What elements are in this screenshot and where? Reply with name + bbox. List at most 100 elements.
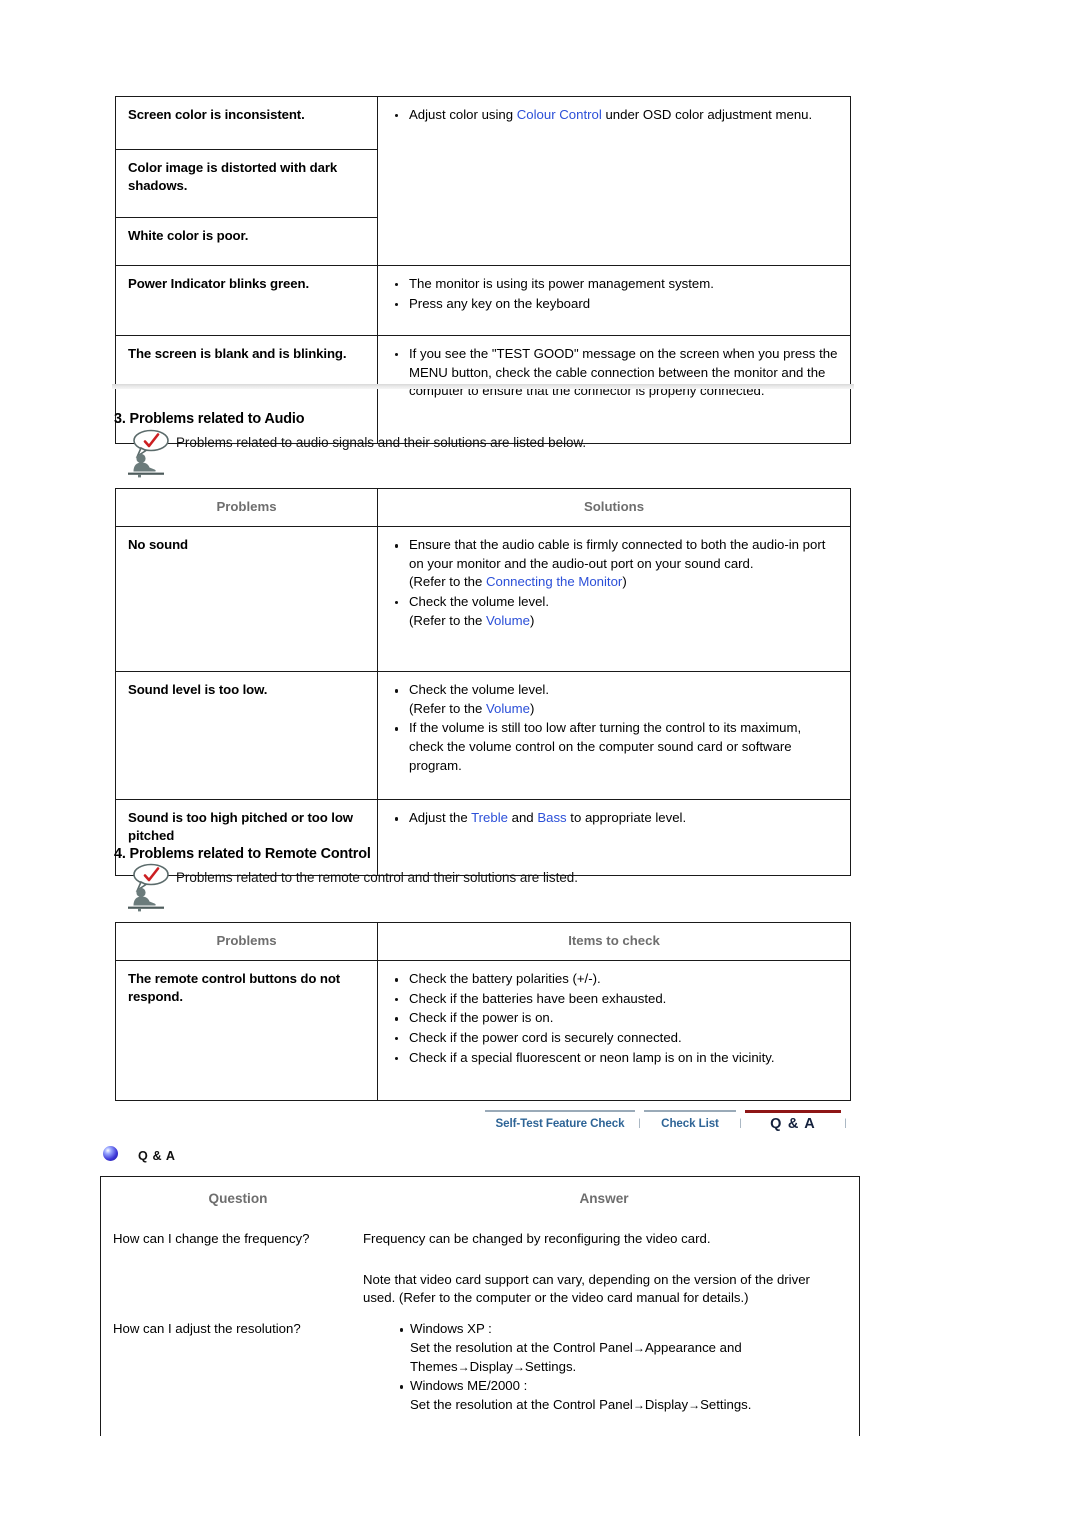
blue-orb-bullet-icon xyxy=(103,1146,118,1161)
tab-rule-active xyxy=(745,1110,841,1114)
column-header-answer: Answer xyxy=(579,1191,629,1206)
refer-pre: (Refer to the xyxy=(409,612,486,628)
document-page: Screen color is inconsistent. Adjust col… xyxy=(0,0,1080,1528)
tab-self-test-feature-check[interactable]: Self-Test Feature Check xyxy=(485,1110,635,1144)
list-item: Check if a special fluorescent or neon l… xyxy=(390,1049,838,1068)
connecting-the-monitor-link[interactable]: Connecting the Monitor xyxy=(486,574,622,589)
refer-pre: (Refer to the xyxy=(409,574,486,590)
refer-post: ) xyxy=(529,700,535,716)
os-detail: Set the resolution at the Control Panel →… xyxy=(410,1339,845,1376)
tab-rule xyxy=(485,1110,635,1113)
qa-table: Question Answer How can I change the fre… xyxy=(100,1176,860,1436)
os-title: Windows ME/2000 : xyxy=(410,1378,528,1394)
qa-answer-line: Frequency can be changed by reconfigurin… xyxy=(363,1231,711,1247)
audio-problems-table: Problems Solutions No sound Ensure that … xyxy=(115,487,851,877)
page-tab-strip: Self-Test Feature Check | Check List | Q… xyxy=(485,1110,860,1144)
arrow-icon: → xyxy=(688,1397,701,1412)
qa-question: How can I change the frequency? xyxy=(113,1231,310,1247)
remote-problems-table: Problems Items to check The remote contr… xyxy=(115,921,851,1102)
qa-answer-line: Note that video card support can vary, d… xyxy=(363,1271,810,1305)
table-header-row: Problems Solutions xyxy=(115,487,851,528)
display-problems-table: Screen color is inconsistent. Adjust col… xyxy=(115,96,851,444)
qa-answer: Windows XP : Set the resolution at the C… xyxy=(363,1320,859,1415)
treble-link[interactable]: Treble xyxy=(471,810,508,825)
problem-cell: Sound level is too low. xyxy=(115,671,378,801)
refer-line: (Refer to the Volume) xyxy=(409,612,838,631)
solution-cell: Adjust color using Colour Control under … xyxy=(377,96,851,266)
list-item: Ensure that the audio cable is firmly co… xyxy=(390,536,838,592)
qa-row: How can I change the frequency? Frequenc… xyxy=(101,1208,859,1307)
refer-post: ) xyxy=(529,612,535,628)
refer-post: ) xyxy=(622,574,627,590)
solution-cell: Check the volume level. (Refer to the Vo… xyxy=(377,671,851,801)
item-text: Ensure that the audio cable is firmly co… xyxy=(409,537,826,571)
column-header-problems: Problems xyxy=(115,921,378,962)
qa-header-row: Question Answer xyxy=(101,1177,859,1208)
problem-cell: No sound xyxy=(115,526,378,673)
column-header-question: Question xyxy=(208,1191,268,1206)
tab-check-list[interactable]: Check List xyxy=(644,1110,736,1144)
list-item: Check the battery polarities (+/-). xyxy=(390,970,838,989)
volume-link[interactable]: Volume xyxy=(486,701,530,716)
item-text-mid: and xyxy=(507,810,538,826)
list-item: Press any key on the keyboard xyxy=(390,295,838,314)
os-detail: Set the resolution at the Control Panel →… xyxy=(410,1396,845,1415)
tab-separator: | xyxy=(739,1118,742,1129)
list-item: Check if the power is on. xyxy=(390,1009,838,1028)
item-text: Check the volume level. xyxy=(409,594,550,610)
list-item: Check the volume level. (Refer to the Vo… xyxy=(390,593,838,630)
os-title: Windows XP : xyxy=(410,1321,492,1337)
table-row: The screen is blank and is blinking. If … xyxy=(115,335,851,444)
solution-cell: Ensure that the audio cable is firmly co… xyxy=(377,526,851,673)
problem-cell: Screen color is inconsistent. xyxy=(115,96,378,150)
detail-c: Settings. xyxy=(700,1396,752,1412)
tab-separator: | xyxy=(638,1118,641,1129)
list-item: Adjust the Treble and Bass to appropriat… xyxy=(390,809,838,828)
list-item: If the volume is still too low after tur… xyxy=(390,719,838,775)
refer-line: (Refer to the Volume) xyxy=(409,700,838,719)
audio-section-note: Problems related to audio signals and th… xyxy=(176,435,587,450)
detail-d: Settings. xyxy=(524,1358,577,1374)
detail-a: Set the resolution at the Control Panel xyxy=(410,1340,633,1356)
person-check-note-icon xyxy=(123,428,179,478)
audio-section-heading: 3. Problems related to Audio xyxy=(114,411,305,427)
detail-c: Display xyxy=(469,1358,513,1374)
tab-rule xyxy=(644,1110,736,1113)
list-item: Windows XP : Set the resolution at the C… xyxy=(395,1320,845,1376)
list-item: The monitor is using its power managemen… xyxy=(390,275,838,294)
table-row: Screen color is inconsistent. Adjust col… xyxy=(115,96,851,266)
list-item: If you see the "TEST GOOD" message on th… xyxy=(390,345,838,401)
solution-text-post: under OSD color adjustment menu. xyxy=(601,107,813,122)
qa-answer: Frequency can be changed by reconfigurin… xyxy=(363,1230,859,1307)
table-row: Sound is too high pitched or too low pit… xyxy=(115,799,851,877)
detail-a: Set the resolution at the Control Panel xyxy=(410,1396,633,1412)
solution-cell: If you see the "TEST GOOD" message on th… xyxy=(377,335,851,444)
problem-cell: Color image is distorted with dark shado… xyxy=(115,149,378,218)
list-item: Check the volume level. (Refer to the Vo… xyxy=(390,681,838,718)
table-row: No sound Ensure that the audio cable is … xyxy=(115,526,851,673)
column-header-items-to-check: Items to check xyxy=(377,921,851,962)
table-row: Power Indicator blinks green. The monito… xyxy=(115,265,851,336)
column-header-problems: Problems xyxy=(115,487,378,528)
qa-section-label: Q & A xyxy=(138,1149,176,1163)
qa-question: How can I adjust the resolution? xyxy=(113,1321,301,1337)
solution-cell: The monitor is using its power managemen… xyxy=(377,265,851,336)
list-item: Windows ME/2000 : Set the resolution at … xyxy=(395,1377,845,1414)
arrow-icon: → xyxy=(512,1359,525,1374)
refer-pre: (Refer to the xyxy=(409,700,486,716)
section-divider xyxy=(112,384,854,389)
solution-text-pre: Adjust color using xyxy=(409,107,517,122)
list-item: Adjust color using Colour Control under … xyxy=(390,106,838,125)
arrow-icon: → xyxy=(457,1359,470,1374)
bass-link[interactable]: Bass xyxy=(537,810,566,825)
tab-q-and-a[interactable]: Q & A xyxy=(745,1110,841,1144)
problem-cell: Power Indicator blinks green. xyxy=(115,265,378,336)
volume-link[interactable]: Volume xyxy=(486,613,530,628)
remote-section-note: Problems related to the remote control a… xyxy=(176,870,578,885)
detail-b: Display xyxy=(644,1396,689,1412)
tab-label: Self-Test Feature Check xyxy=(495,1117,625,1131)
remote-section-heading: 4. Problems related to Remote Control xyxy=(114,846,371,862)
colour-control-link[interactable]: Colour Control xyxy=(517,107,602,122)
qa-row: How can I adjust the resolution? Windows… xyxy=(101,1307,859,1415)
item-text-post: to appropriate level. xyxy=(566,810,687,826)
